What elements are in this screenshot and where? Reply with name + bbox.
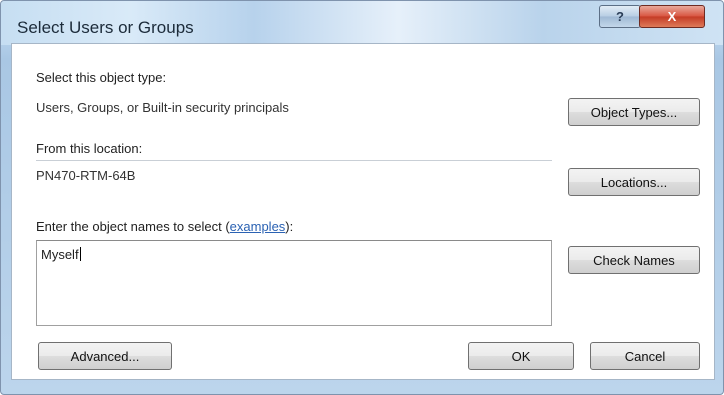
check-names-button[interactable]: Check Names (568, 246, 700, 274)
object-type-value: Users, Groups, or Built-in security prin… (36, 100, 289, 115)
names-label: Enter the object names to select (exampl… (36, 219, 293, 234)
dialog-body: Select this object type: Users, Groups, … (11, 43, 715, 380)
close-icon: X (667, 9, 677, 24)
text-caret (79, 247, 81, 261)
locations-button[interactable]: Locations... (568, 168, 700, 196)
location-value: PN470-RTM-64B (36, 168, 136, 183)
object-names-value: Myself (41, 247, 79, 262)
location-separator (36, 160, 552, 161)
object-types-button-label: Object Types... (590, 104, 678, 120)
dialog-window: Select Users or Groups ? X Select this o… (0, 0, 724, 395)
examples-link[interactable]: examples (230, 219, 286, 234)
object-types-button[interactable]: Object Types... (568, 98, 700, 126)
names-label-suffix: ): (285, 219, 294, 234)
ok-button-label: OK (511, 348, 531, 364)
locations-button-label: Locations... (600, 174, 668, 190)
check-names-button-label: Check Names (593, 252, 675, 268)
names-label-prefix: Enter the object names to select ( (36, 219, 230, 234)
title-bar[interactable]: Select Users or Groups ? X (1, 1, 723, 45)
advanced-button[interactable]: Advanced... (38, 342, 172, 370)
location-label: From this location: (36, 141, 143, 156)
object-type-label: Select this object type: (36, 70, 167, 85)
window-title: Select Users or Groups (17, 18, 194, 37)
help-icon: ? (616, 9, 624, 24)
help-button[interactable]: ? (599, 5, 641, 28)
advanced-button-label: Advanced... (70, 348, 140, 364)
cancel-button-label: Cancel (624, 348, 666, 364)
object-names-input[interactable]: Myself (36, 240, 552, 326)
cancel-button[interactable]: Cancel (590, 342, 700, 370)
ok-button[interactable]: OK (468, 342, 574, 370)
close-button[interactable]: X (639, 5, 705, 28)
